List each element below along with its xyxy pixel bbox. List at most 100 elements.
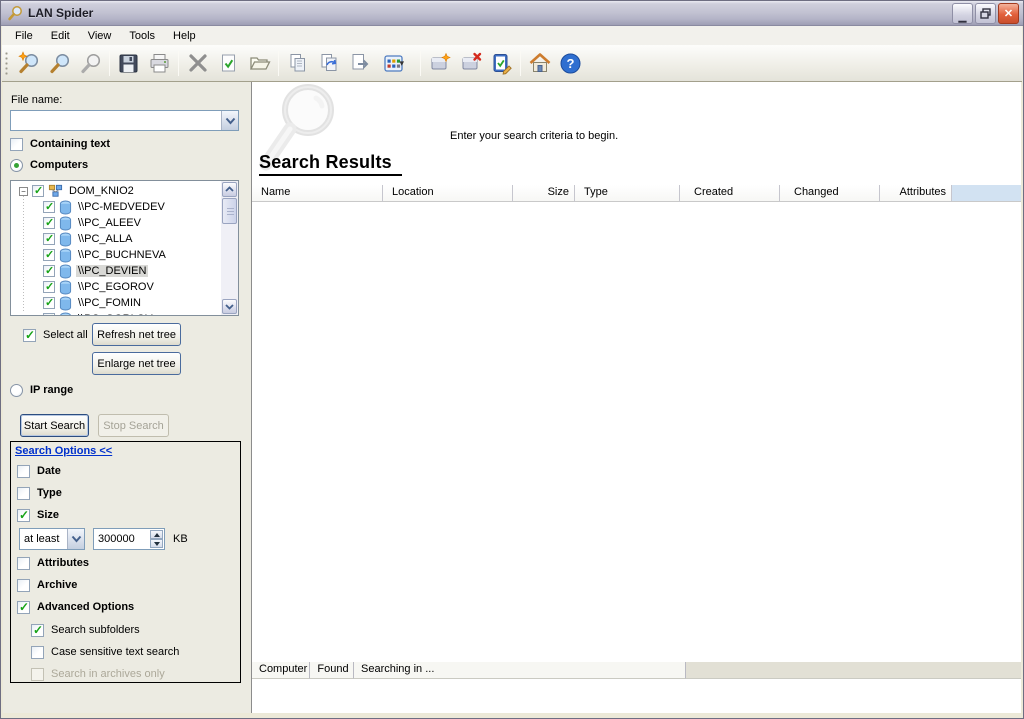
scroll-down-button[interactable] bbox=[222, 299, 237, 314]
type-checkbox[interactable] bbox=[17, 487, 30, 500]
tree-collapse-icon[interactable]: − bbox=[19, 187, 28, 196]
tree-checkbox[interactable] bbox=[43, 249, 55, 261]
size-value[interactable]: 300000 bbox=[94, 533, 150, 545]
subfolders-label[interactable]: Search subfolders bbox=[51, 624, 140, 636]
columns-view-button[interactable]: ▾ bbox=[375, 49, 417, 78]
file-name-dropdown-button[interactable] bbox=[221, 111, 238, 130]
file-name-combobox[interactable] bbox=[10, 110, 239, 131]
scroll-up-button[interactable] bbox=[222, 182, 237, 197]
column-header-type[interactable]: Type bbox=[575, 185, 680, 202]
tree-checkbox[interactable] bbox=[43, 201, 55, 213]
advanced-options-checkbox[interactable] bbox=[17, 601, 30, 614]
move-button[interactable] bbox=[313, 49, 344, 78]
size-label[interactable]: Size bbox=[37, 509, 59, 521]
tree-node-label[interactable]: \\PC_FOMIN bbox=[76, 297, 143, 309]
new-search-button[interactable] bbox=[13, 49, 44, 78]
title-bar[interactable]: LAN Spider ▁ ✕ bbox=[1, 1, 1023, 26]
column-header-attributes[interactable]: Attributes bbox=[880, 185, 952, 202]
remove-computer-button[interactable] bbox=[455, 49, 486, 78]
ip-range-radio[interactable] bbox=[10, 384, 23, 397]
column-header-changed[interactable]: Changed bbox=[780, 185, 880, 202]
spin-down-button[interactable] bbox=[150, 539, 163, 548]
tree-node-label[interactable]: DOM_KNIO2 bbox=[67, 185, 136, 197]
tree-node-label[interactable]: \\PC_ALEEV bbox=[76, 217, 143, 229]
spin-up-button[interactable] bbox=[150, 530, 163, 539]
tree-checkbox[interactable] bbox=[43, 265, 55, 277]
containing-text-checkbox[interactable] bbox=[10, 138, 23, 151]
results-list-area[interactable] bbox=[252, 202, 1021, 662]
containing-text-label[interactable]: Containing text bbox=[30, 138, 110, 150]
menu-file[interactable]: File bbox=[6, 28, 42, 44]
tree-scrollbar[interactable] bbox=[221, 181, 238, 315]
delete-button[interactable] bbox=[182, 49, 213, 78]
panel-splitter[interactable] bbox=[244, 82, 251, 713]
size-operator-dropdown-button[interactable] bbox=[67, 529, 84, 549]
select-all-label[interactable]: Select all bbox=[43, 329, 88, 341]
tree-node-label[interactable]: \\PC-MEDVEDEV bbox=[76, 201, 167, 213]
archive-label[interactable]: Archive bbox=[37, 579, 77, 591]
menu-view[interactable]: View bbox=[79, 28, 121, 44]
export-button[interactable] bbox=[344, 49, 375, 78]
open-folder-button[interactable] bbox=[244, 49, 275, 78]
scrollbar-thumb[interactable] bbox=[222, 198, 237, 224]
save-button[interactable] bbox=[113, 49, 144, 78]
archive-checkbox[interactable] bbox=[17, 579, 30, 592]
verify-results-button[interactable] bbox=[213, 49, 244, 78]
computers-label[interactable]: Computers bbox=[30, 159, 88, 171]
tree-root-checkbox[interactable] bbox=[32, 185, 44, 197]
menu-help[interactable]: Help bbox=[164, 28, 205, 44]
enlarge-net-tree-button[interactable]: Enlarge net tree bbox=[92, 352, 181, 375]
date-label[interactable]: Date bbox=[37, 465, 61, 477]
size-operator-combobox[interactable]: at least bbox=[19, 528, 85, 550]
tree-checkbox[interactable] bbox=[43, 313, 55, 316]
tree-checkbox[interactable] bbox=[43, 281, 55, 293]
tree-node-label[interactable]: \\PC_ALLA bbox=[76, 233, 134, 245]
options-button[interactable] bbox=[486, 49, 517, 78]
date-checkbox[interactable] bbox=[17, 465, 30, 478]
menu-tools[interactable]: Tools bbox=[120, 28, 164, 44]
status-column-found[interactable]: Found bbox=[310, 662, 354, 679]
tree-node-label[interactable]: \\PC_DEVIEN bbox=[76, 265, 148, 277]
tree-checkbox[interactable] bbox=[43, 217, 55, 229]
minimize-button[interactable]: ▁ bbox=[952, 3, 973, 24]
add-computer-button[interactable] bbox=[424, 49, 455, 78]
tree-node-label[interactable]: \\PC_EGOROV bbox=[76, 281, 156, 293]
column-header-size[interactable]: Size bbox=[513, 185, 575, 202]
tree-checkbox[interactable] bbox=[43, 297, 55, 309]
column-header-created[interactable]: Created bbox=[680, 185, 780, 202]
status-column-computer[interactable]: Computer bbox=[252, 662, 310, 679]
help-button[interactable]: ? bbox=[555, 49, 586, 78]
search-button[interactable] bbox=[44, 49, 75, 78]
size-checkbox[interactable] bbox=[17, 509, 30, 522]
print-button[interactable] bbox=[144, 49, 175, 78]
copy-button[interactable] bbox=[282, 49, 313, 78]
advanced-options-label[interactable]: Advanced Options bbox=[37, 601, 134, 613]
file-name-input[interactable] bbox=[11, 111, 221, 130]
search-options-toggle-link[interactable]: Search Options << bbox=[15, 445, 112, 457]
select-all-checkbox[interactable] bbox=[23, 329, 36, 342]
tree-node-label[interactable]: \\PC_BUCHNEVA bbox=[76, 249, 168, 261]
start-search-button[interactable]: Start Search bbox=[20, 414, 89, 437]
case-sensitive-label[interactable]: Case sensitive text search bbox=[51, 646, 179, 658]
attributes-label[interactable]: Attributes bbox=[37, 557, 89, 569]
menu-edit[interactable]: Edit bbox=[42, 28, 79, 44]
size-value-spinner[interactable]: 300000 bbox=[93, 528, 165, 550]
case-sensitive-checkbox[interactable] bbox=[31, 646, 44, 659]
restore-button[interactable] bbox=[975, 3, 996, 24]
attributes-checkbox[interactable] bbox=[17, 557, 30, 570]
close-button[interactable]: ✕ bbox=[998, 3, 1019, 24]
refresh-net-tree-button[interactable]: Refresh net tree bbox=[92, 323, 181, 346]
toolbar-grip[interactable] bbox=[5, 51, 8, 75]
column-header-name[interactable]: Name bbox=[252, 185, 383, 202]
column-header-location[interactable]: Location bbox=[383, 185, 513, 202]
status-column-searching[interactable]: Searching in ... bbox=[354, 662, 686, 679]
type-label[interactable]: Type bbox=[37, 487, 62, 499]
computers-radio[interactable] bbox=[10, 159, 23, 172]
stop-search-button[interactable] bbox=[75, 49, 106, 78]
subfolders-checkbox[interactable] bbox=[31, 624, 44, 637]
ip-range-label[interactable]: IP range bbox=[30, 384, 73, 396]
tree-checkbox[interactable] bbox=[43, 233, 55, 245]
columns-dropdown-icon[interactable]: ▾ bbox=[400, 58, 410, 69]
tree-node-label[interactable]: \\PC_GORLOV bbox=[76, 313, 155, 316]
home-button[interactable] bbox=[524, 49, 555, 78]
